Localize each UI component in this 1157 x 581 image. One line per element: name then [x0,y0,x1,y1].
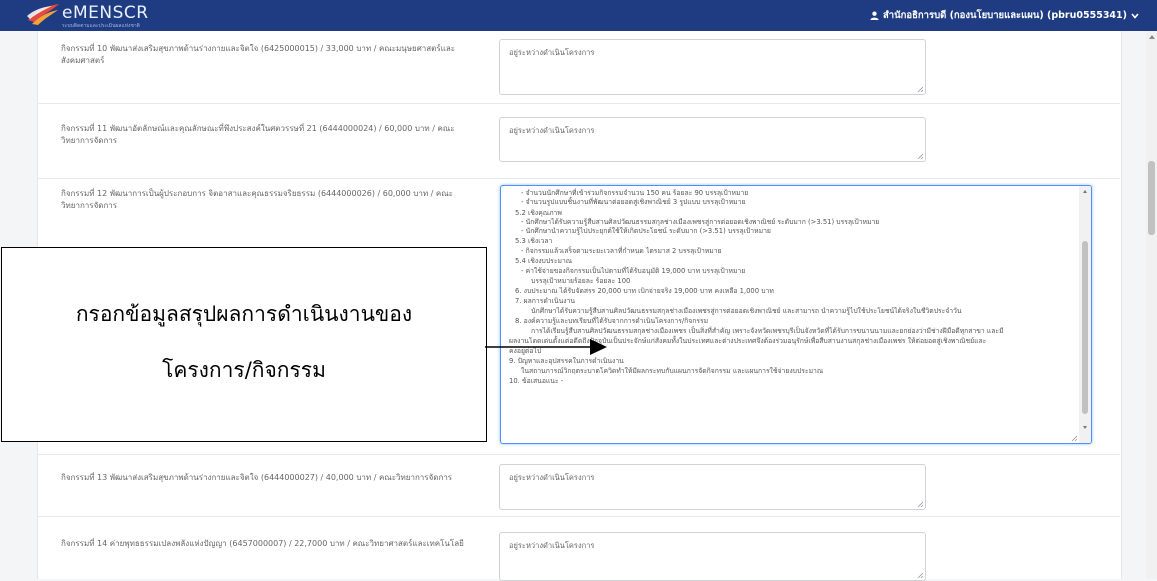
activity-result-value: อยู่ระหว่างดำเนินโครงการ [509,541,595,550]
activity-result-textarea[interactable]: อยู่ระหว่างดำเนินโครงการ [499,39,926,95]
activity-result-value: อยู่ระหว่างดำเนินโครงการ [509,126,595,135]
report-scroll-thumb[interactable] [1082,241,1088,414]
report-line: บรรลุเป้าหมายร้อยละ ร้อยละ 100 [531,277,631,285]
activity-label: กิจกรรมที่ 11 พัฒนาอัตลักษณ์และคุณลักษณะ… [61,124,455,145]
resize-grip-icon[interactable] [917,572,923,578]
callout-line-2: โครงการ/กิจกรรม [162,358,326,382]
page-scroll-thumb[interactable] [1148,161,1155,235]
activity-label: กิจกรรมที่ 12 พัฒนาการเป็นผู้ประกอบการ จ… [61,189,453,210]
activity-label: กิจกรรมที่ 14 ค่ายพุทธธรรมเปลงพลังแห่งปั… [61,539,464,548]
report-line: 7. ผลการดำเนินงาน [515,297,576,305]
report-line: 10. ข้อเสนอแนะ - [509,377,564,385]
activity-row: กิจกรรมที่ 13 พัฒนาส่งเสริมสุขภาพด้านร่า… [37,454,1120,517]
report-line: ผลงานโดดเด่นตั้งแต่อดีตถึงปัจจุบันเป็นปร… [509,337,987,345]
report-scrollbar[interactable] [1079,186,1091,443]
report-line: การได้เรียนรู้สืบสานศิลปวัฒนธรรมสกุลช่าง… [531,327,1004,335]
report-line: - นักศึกษานำความรู้ไปประยุกต์ใช้ให้เกิดป… [521,227,771,235]
report-line: 6. งบประมาณ ได้รับจัดสรร 20,000 บาท เบิก… [515,287,774,295]
scroll-up-icon[interactable] [1083,190,1087,193]
resize-grip-icon[interactable] [917,501,923,507]
report-line: นักศึกษาได้รับความรู้สืบสานศิลปวัฒนธรรมส… [531,307,962,315]
activity-result-value: อยู่ระหว่างดำเนินโครงการ [509,48,595,57]
page-scrollbar[interactable] [1146,31,1157,579]
report-line: ในสถานการณ์วิกฤตระบาดโควิดทำให้มีผลกระทบ… [521,367,824,375]
activity-result-value: อยู่ระหว่างดำเนินโครงการ [509,473,595,482]
report-line: 8. องค์ความรู้และบทเรียนที่ได้รับจากการด… [515,317,709,325]
activity-row: กิจกรรมที่ 10 พัฒนาส่งเสริมสุขภาพด้านร่า… [37,31,1120,104]
brand-subtitle: ระบบติดตามและประเมินผลแห่งชาติ [62,23,140,29]
report-line: 5.3 เชิงเวลา [515,237,553,245]
logo-icon [27,4,59,25]
activity-result-textarea[interactable]: อยู่ระหว่างดำเนินโครงการ [499,464,926,510]
resize-grip-icon[interactable] [917,153,923,159]
top-navbar: eMENSCR ระบบติดตามและประเมินผลแห่งชาติ ส… [0,0,1157,31]
activity-result-textarea[interactable]: อยู่ระหว่างดำเนินโครงการ [499,532,926,581]
user-icon [870,11,879,20]
report-line: 5.4 เชิงงบประมาณ [515,257,573,265]
activity-report-textarea[interactable]: - จำนวนนักศึกษาที่เข้าร่วมกิจกรรมจำนวน 1… [500,185,1092,444]
activity-row: กิจกรรมที่ 11 พัฒนาอัตลักษณ์และคุณลักษณะ… [37,103,1120,179]
activity-label: กิจกรรมที่ 10 พัฒนาส่งเสริมสุขภาพด้านร่า… [61,44,456,65]
report-line: คงอยู่ต่อไป [509,347,542,355]
annotation-callout: กรอกข้อมูลสรุปผลการดำเนินงานของ โครงการ/… [1,247,487,442]
callout-line-1: กรอกข้อมูลสรุปผลการดำเนินงานของ [75,302,413,326]
scroll-up-icon[interactable] [1149,35,1155,39]
report-line: - จำนวนรูปแบบชิ้นงานที่พัฒนาต่อยอดสู่เชิ… [521,198,746,206]
user-name: สำนักอธิการบดี (กองนโยบายและแผน) (pbru05… [883,10,1127,21]
brand-name[interactable]: eMENSCR [62,3,149,23]
scroll-down-icon[interactable] [1083,426,1087,429]
activity-result-textarea[interactable]: อยู่ระหว่างดำเนินโครงการ [499,117,926,162]
report-line: 9. ปัญหาและอุปสรรคในการดำเนินงาน [509,357,624,365]
activity-row: กิจกรรมที่ 14 ค่ายพุทธธรรมเปลงพลังแห่งปั… [37,516,1120,581]
report-line: - ค่าใช้จ่ายของกิจกรรมเป็นไปตามที่ได้รับ… [521,267,746,275]
resize-grip-icon[interactable] [1071,435,1077,441]
report-line: - กิจกรรมแล้วเสร็จตามระยะเวลาที่กำหนด ไต… [521,247,722,255]
chevron-down-icon [1131,12,1139,19]
user-menu[interactable]: สำนักอธิการบดี (กองนโยบายและแผน) (pbru05… [870,8,1139,23]
activity-label: กิจกรรมที่ 13 พัฒนาส่งเสริมสุขภาพด้านร่า… [61,473,453,482]
resize-grip-icon[interactable] [917,86,923,92]
